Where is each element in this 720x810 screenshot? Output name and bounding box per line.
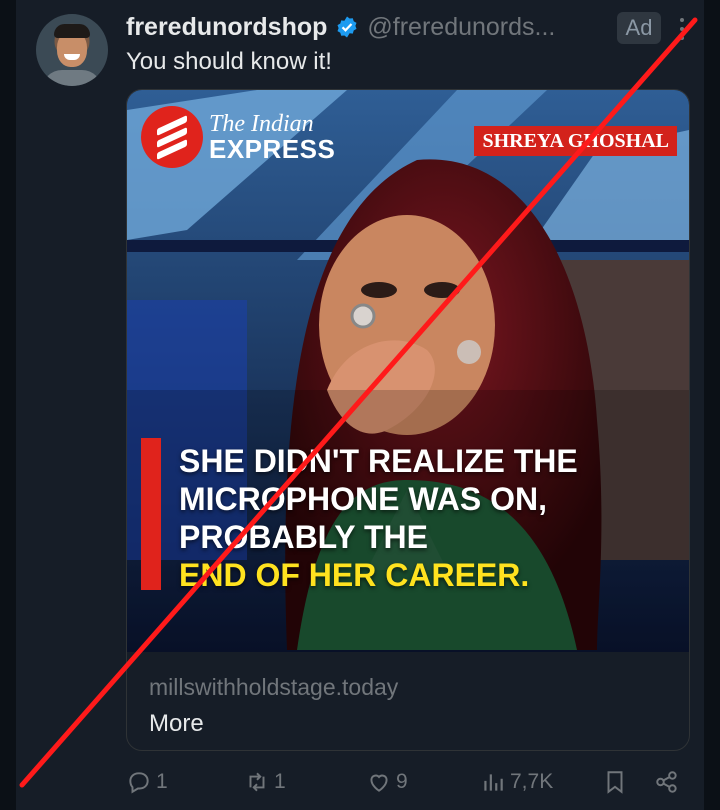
- reply-button[interactable]: 1: [126, 764, 168, 800]
- card-more-link[interactable]: More: [149, 710, 204, 738]
- caption-line: PROBABLY THE: [179, 519, 428, 555]
- post-header: freredunordshop @freredunords...: [126, 12, 690, 42]
- reply-count: 1: [156, 770, 168, 793]
- like-button[interactable]: 9: [366, 764, 408, 800]
- share-icon: [656, 771, 677, 793]
- post-text: You should know it!: [126, 48, 332, 75]
- name-tag: SHREYA GHOSHAL: [474, 126, 677, 156]
- caption-line: MICROPHONE WAS ON,: [179, 481, 548, 517]
- post-card[interactable]: freredunordshop @freredunords... Ad You …: [16, 0, 704, 810]
- bookmark-icon: [607, 771, 623, 794]
- repost-count: 1: [274, 770, 286, 793]
- like-count: 9: [396, 770, 408, 793]
- ad-badge: Ad: [617, 12, 661, 44]
- display-name[interactable]: freredunordshop: [126, 13, 327, 42]
- avatar[interactable]: [36, 14, 108, 86]
- views-count: 7,7K: [510, 770, 554, 793]
- views-button[interactable]: 7,7K: [480, 764, 553, 800]
- reply-icon: [129, 772, 149, 794]
- card-domain[interactable]: millswithholdstage.today: [149, 674, 398, 701]
- publisher-name-line2: EXPRESS: [209, 134, 336, 164]
- verified-badge-icon: [337, 16, 357, 38]
- caption-highlight-line: END OF HER CAREER.: [179, 557, 530, 593]
- image-caption: SHE DIDN'T REALIZE THE MICROPHONE WAS ON…: [179, 442, 679, 594]
- action-bar: 1 1 9 7,7K: [126, 764, 692, 800]
- publisher-logo-icon: [141, 106, 203, 168]
- publisher-name-line1: The Indian: [209, 111, 314, 137]
- repost-icon: [249, 772, 265, 792]
- more-options-icon[interactable]: [678, 18, 686, 40]
- caption-line: SHE DIDN'T REALIZE THE: [179, 443, 578, 479]
- like-icon: [370, 774, 388, 792]
- user-handle[interactable]: @freredunords...: [367, 13, 555, 42]
- card-image[interactable]: The Indian EXPRESS SHREYA GHOSHAL SHE DI…: [127, 90, 689, 652]
- share-button[interactable]: [654, 764, 684, 800]
- publisher-logo: The Indian EXPRESS: [141, 106, 335, 168]
- views-icon: [484, 774, 503, 791]
- bookmark-button[interactable]: [602, 764, 632, 800]
- repost-button[interactable]: 1: [244, 764, 286, 800]
- caption-accent-bar: [141, 438, 161, 590]
- link-card[interactable]: The Indian EXPRESS SHREYA GHOSHAL SHE DI…: [126, 89, 690, 751]
